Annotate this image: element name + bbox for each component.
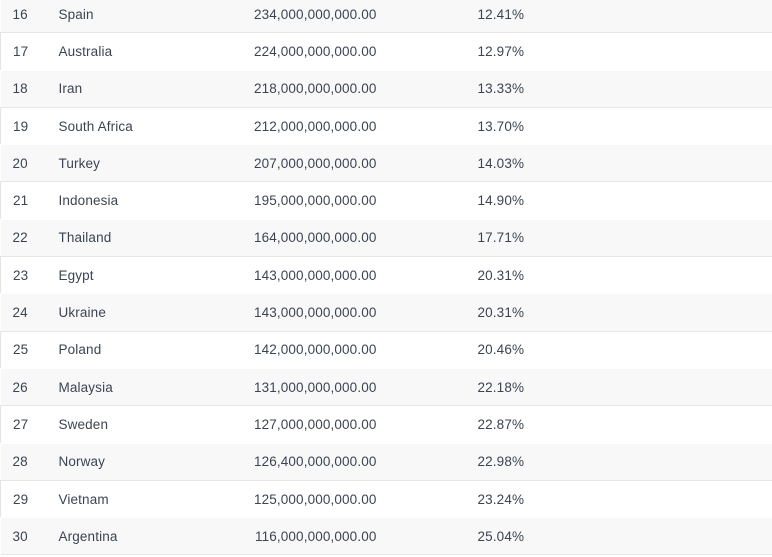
table-row[interactable]: 23 Egypt 143,000,000,000.00 20.31% (0, 256, 772, 295)
cell-value: 126,400,000,000.00 (240, 442, 377, 481)
cell-country: Australia (44, 32, 241, 71)
cell-rank: 28 (0, 442, 45, 481)
cell-percent: 22.87% (376, 405, 772, 444)
cell-percent: 12.97% (376, 32, 772, 71)
cell-value: 116,000,000,000.00 (240, 517, 377, 556)
cell-value: 224,000,000,000.00 (240, 32, 377, 71)
cell-country: Malaysia (44, 367, 241, 407)
cell-rank: 25 (0, 330, 45, 369)
cell-rank: 24 (0, 293, 45, 332)
cell-value: 131,000,000,000.00 (240, 367, 377, 407)
cell-percent: 13.33% (376, 69, 772, 108)
cell-country: Egypt (44, 256, 241, 295)
cell-value: 125,000,000,000.00 (240, 479, 377, 519)
cell-percent: 17.71% (376, 218, 772, 258)
cell-country: Thailand (44, 218, 241, 258)
cell-value: 218,000,000,000.00 (240, 69, 377, 108)
table-row[interactable]: 18 Iran 218,000,000,000.00 13.33% (0, 69, 772, 108)
cell-country: Ukraine (44, 293, 241, 332)
cell-rank: 30 (0, 517, 45, 556)
table-row[interactable]: 28 Norway 126,400,000,000.00 22.98% (0, 442, 772, 481)
cell-value: 143,000,000,000.00 (240, 293, 377, 332)
cell-value: 212,000,000,000.00 (240, 106, 377, 146)
cell-value: 164,000,000,000.00 (240, 218, 377, 258)
table-body: 16 Spain 234,000,000,000.00 12.41% 17 Austral… (0, 0, 772, 556)
cell-rank: 22 (0, 218, 45, 258)
table-row[interactable]: 27 Sweden 127,000,000,000.00 22.87% (0, 405, 772, 444)
cell-percent: 13.70% (376, 106, 772, 146)
table-row[interactable]: 29 Vietnam 125,000,000,000.00 23.24% (0, 479, 772, 519)
table-row[interactable]: 24 Ukraine 143,000,000,000.00 20.31% (0, 293, 772, 332)
cell-percent: 12.41% (376, 0, 772, 34)
cell-rank: 26 (0, 367, 45, 407)
table-row[interactable]: 20 Turkey 207,000,000,000.00 14.03% (0, 144, 772, 183)
cell-rank: 29 (0, 479, 45, 519)
cell-percent: 14.03% (376, 144, 772, 183)
cell-country: South Africa (44, 106, 241, 146)
cell-percent: 20.46% (376, 330, 772, 369)
cell-rank: 17 (0, 32, 45, 71)
cell-rank: 21 (0, 181, 45, 220)
table-row[interactable]: 25 Poland 142,000,000,000.00 20.46% (0, 330, 772, 369)
table-row[interactable]: 26 Malaysia 131,000,000,000.00 22.18% (0, 367, 772, 407)
cell-rank: 20 (0, 144, 45, 183)
cell-percent: 23.24% (376, 479, 772, 519)
cell-value: 127,000,000,000.00 (240, 405, 377, 444)
cell-value: 142,000,000,000.00 (240, 330, 377, 369)
table-row[interactable]: 19 South Africa 212,000,000,000.00 13.70% (0, 106, 772, 146)
cell-percent: 25.04% (376, 517, 772, 556)
cell-country: Iran (44, 69, 241, 108)
table-row[interactable]: 17 Australia 224,000,000,000.00 12.97% (0, 32, 772, 71)
cell-value: 195,000,000,000.00 (240, 181, 377, 220)
cell-percent: 22.98% (376, 442, 772, 481)
cell-value: 207,000,000,000.00 (240, 144, 377, 183)
rankings-table: 16 Spain 234,000,000,000.00 12.41% 17 Austral… (0, 0, 772, 556)
table-row[interactable]: 22 Thailand 164,000,000,000.00 17.71% (0, 218, 772, 258)
table-row[interactable]: 21 Indonesia 195,000,000,000.00 14.90% (0, 181, 772, 220)
cell-value: 234,000,000,000.00 (240, 0, 377, 34)
cell-percent: 14.90% (376, 181, 772, 220)
cell-percent: 20.31% (376, 256, 772, 295)
table-row[interactable]: 16 Spain 234,000,000,000.00 12.41% (0, 0, 772, 34)
cell-country: Indonesia (44, 181, 241, 220)
cell-country: Norway (44, 442, 241, 481)
cell-country: Vietnam (44, 479, 241, 519)
cell-country: Argentina (44, 517, 241, 556)
cell-country: Sweden (44, 405, 241, 444)
table-row[interactable]: 30 Argentina 116,000,000,000.00 25.04% (0, 517, 772, 556)
cell-country: Turkey (44, 144, 241, 183)
cell-country: Poland (44, 330, 241, 369)
cell-rank: 27 (0, 405, 45, 444)
cell-value: 143,000,000,000.00 (240, 256, 377, 295)
cell-rank: 19 (0, 106, 45, 146)
cell-percent: 20.31% (376, 293, 772, 332)
cell-country: Spain (44, 0, 241, 34)
table-scroll-container[interactable]: 16 Spain 234,000,000,000.00 12.41% 17 Austral… (0, 0, 772, 556)
cell-rank: 16 (0, 0, 45, 34)
table-viewport: 16 Spain 234,000,000,000.00 12.41% 17 Austral… (0, 0, 772, 557)
cell-rank: 18 (0, 69, 45, 108)
cell-rank: 23 (0, 256, 45, 295)
cell-percent: 22.18% (376, 367, 772, 407)
